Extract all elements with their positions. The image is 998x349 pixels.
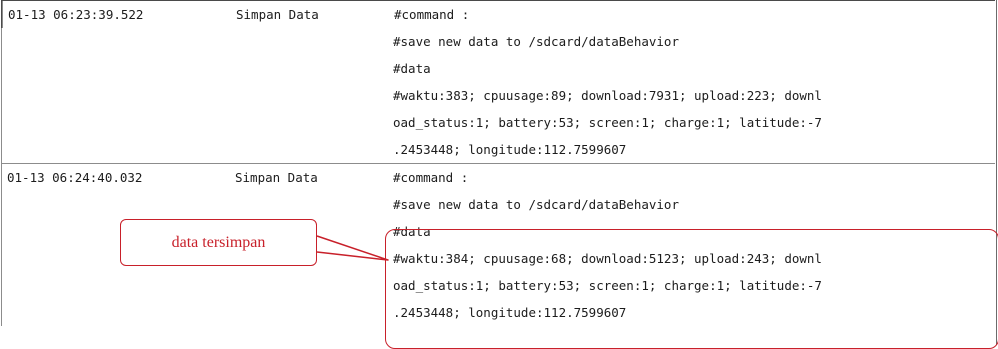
- log-message-line: oad_status:1; battery:53; screen:1; char…: [393, 278, 822, 293]
- row-border: [1, 82, 2, 109]
- log-message-line: #data: [393, 61, 431, 76]
- log-message-line: #waktu:383; cpuusage:89; download:7931; …: [393, 88, 822, 103]
- log-message-line: .2453448; longitude:112.7599607: [393, 142, 627, 157]
- log-message-line: #command :: [394, 7, 470, 22]
- log-panel: 01-13 06:23:39.522 Simpan Data #command …: [0, 0, 997, 345]
- log-line: .2453448; longitude:112.7599607: [1, 299, 995, 326]
- log-line: oad_status:1; battery:53; screen:1; char…: [1, 109, 995, 136]
- log-time: 01-13 06:23:39.522: [2, 1, 222, 28]
- log-table: 01-13 06:23:39.522 Simpan Data #command …: [1, 0, 995, 326]
- log-line: #save new data to /sdcard/dataBehavior: [1, 191, 995, 218]
- row-border: [1, 299, 2, 326]
- log-message-line: #waktu:384; cpuusage:68; download:5123; …: [393, 251, 822, 266]
- log-message-line: #command :: [393, 170, 469, 185]
- row-border: [1, 245, 2, 272]
- log-message-line: .2453448; longitude:112.7599607: [393, 305, 627, 320]
- callout-label: data tersimpan: [171, 233, 266, 251]
- log-message-line: #save new data to /sdcard/dataBehavior: [393, 197, 679, 212]
- row-border: [1, 136, 2, 163]
- row-border: [1, 272, 2, 299]
- log-line: 01-13 06:24:40.032 Simpan Data #command …: [1, 163, 995, 191]
- log-tag: Simpan Data: [236, 7, 319, 22]
- row-border: [1, 28, 2, 55]
- log-entry[interactable]: 01-13 06:23:39.522 Simpan Data #command …: [1, 0, 995, 163]
- log-line: #data: [1, 55, 995, 82]
- log-line: #waktu:383; cpuusage:89; download:7931; …: [1, 82, 995, 109]
- log-line: #save new data to /sdcard/dataBehavior: [1, 28, 995, 55]
- log-message-line: #data: [393, 224, 431, 239]
- row-border: [1, 191, 2, 218]
- callout-box: data tersimpan: [120, 219, 317, 266]
- log-line: 01-13 06:23:39.522 Simpan Data #command …: [1, 0, 995, 28]
- row-border: [1, 218, 2, 245]
- log-tag: Simpan Data: [235, 170, 318, 185]
- log-line: oad_status:1; battery:53; screen:1; char…: [1, 272, 995, 299]
- log-time: 01-13 06:24:40.032: [1, 164, 221, 191]
- log-message-line: #save new data to /sdcard/dataBehavior: [393, 34, 679, 49]
- row-border: [1, 109, 2, 136]
- log-message-line: oad_status:1; battery:53; screen:1; char…: [393, 115, 822, 130]
- log-line: .2453448; longitude:112.7599607: [1, 136, 995, 163]
- row-border: [1, 55, 2, 82]
